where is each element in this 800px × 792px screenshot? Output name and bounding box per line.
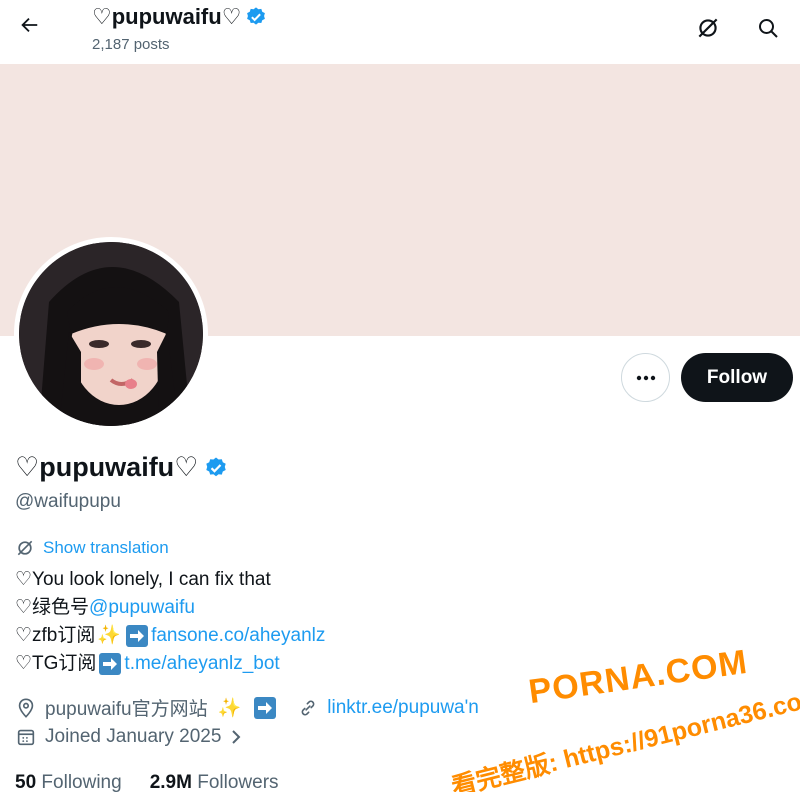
follow-button[interactable]: Follow	[681, 353, 793, 402]
profile-stats: 50 Following 2.9M Followers	[15, 772, 279, 792]
followers-link[interactable]: 2.9M Followers	[150, 772, 279, 792]
sparkles-icon: ✨	[217, 697, 242, 719]
more-options-button[interactable]	[621, 353, 670, 402]
watermark-logo: PORNA.COM	[526, 642, 751, 712]
following-label: Following	[41, 772, 122, 792]
grok-button[interactable]	[690, 10, 726, 46]
bio-telegram-link[interactable]: t.me/aheyanlz_bot	[124, 650, 279, 678]
bio-text: ♡You look lonely, I can fix that	[15, 569, 271, 590]
profile-handle: @waifupupu	[15, 491, 121, 512]
verified-badge-icon	[247, 7, 266, 25]
following-count: 50	[15, 772, 37, 792]
watermark-overlay: PORNA.COM 看完整版: https://91porna36.com	[440, 640, 800, 792]
location-icon	[18, 697, 34, 718]
avatar-image	[19, 242, 203, 426]
profile-location: pupuwaifu官方网站 ✨	[15, 694, 279, 721]
bio-line-1: ♡You look lonely, I can fix that	[15, 566, 325, 594]
calendar-icon	[17, 729, 35, 746]
header-name: ♡pupuwaifu♡	[92, 4, 242, 29]
header-title: ♡pupuwaifu♡	[92, 4, 267, 30]
bio-text: ♡TG订阅	[15, 653, 97, 674]
bio-mention-link[interactable]: @pupuwaifu	[89, 594, 195, 622]
profile-bio: ♡You look lonely, I can fix that ♡绿色号 @p…	[15, 566, 325, 678]
profile-joined: Joined January 2025	[15, 726, 243, 748]
link-icon	[301, 700, 315, 715]
arrow-right-box-icon	[254, 696, 277, 719]
back-button[interactable]	[12, 8, 46, 42]
search-icon	[759, 19, 778, 38]
chevron-right-icon	[232, 730, 241, 744]
more-icon	[636, 375, 655, 380]
arrow-right-box-icon	[99, 653, 122, 675]
bio-line-2: ♡绿色号 @pupuwaifu	[15, 594, 325, 622]
bio-text: ♡绿色号	[15, 597, 90, 618]
location-text: pupuwaifu官方网站	[45, 699, 208, 720]
bio-text: ♡zfb订阅	[15, 625, 96, 646]
followers-count: 2.9M	[149, 772, 192, 792]
watermark-url: 看完整版: https://91porna36.com	[448, 682, 800, 792]
search-button[interactable]	[750, 10, 786, 46]
joined-text: Joined January 2025	[45, 726, 222, 747]
show-translation-link[interactable]: Show translation	[15, 538, 169, 558]
profile-display-name: ♡pupuwaifu♡	[15, 452, 228, 483]
website-link[interactable]: linktr.ee/pupuwa'n	[327, 697, 479, 719]
display-name-text: ♡pupuwaifu♡	[15, 452, 199, 482]
profile-joined-row[interactable]: Joined January 2025	[15, 726, 243, 748]
grok-icon	[698, 18, 718, 38]
post-count: 2,187 posts	[92, 36, 170, 53]
profile-website: linktr.ee/pupuwa'n	[297, 697, 479, 719]
show-translation-label: Show translation	[43, 538, 169, 557]
back-arrow-icon	[21, 17, 38, 33]
top-bar: ♡pupuwaifu♡ 2,187 posts	[0, 0, 800, 64]
avatar[interactable]	[14, 237, 208, 431]
bio-line-4: ♡TG订阅 t.me/aheyanlz_bot	[15, 650, 325, 678]
sparkles-icon: ✨	[97, 625, 122, 646]
followers-label: Followers	[197, 772, 279, 792]
translate-icon	[17, 540, 33, 556]
profile-meta-row: pupuwaifu官方网站 ✨ linktr.ee/pupuwa'n	[15, 694, 479, 721]
following-link[interactable]: 50 Following	[15, 772, 122, 792]
arrow-right-box-icon	[126, 625, 149, 647]
bio-line-3: ♡zfb订阅 ✨ fansone.co/aheyanlz	[15, 622, 325, 650]
bio-fansone-link[interactable]: fansone.co/aheyanlz	[151, 622, 325, 650]
verified-badge-icon[interactable]	[204, 456, 228, 480]
